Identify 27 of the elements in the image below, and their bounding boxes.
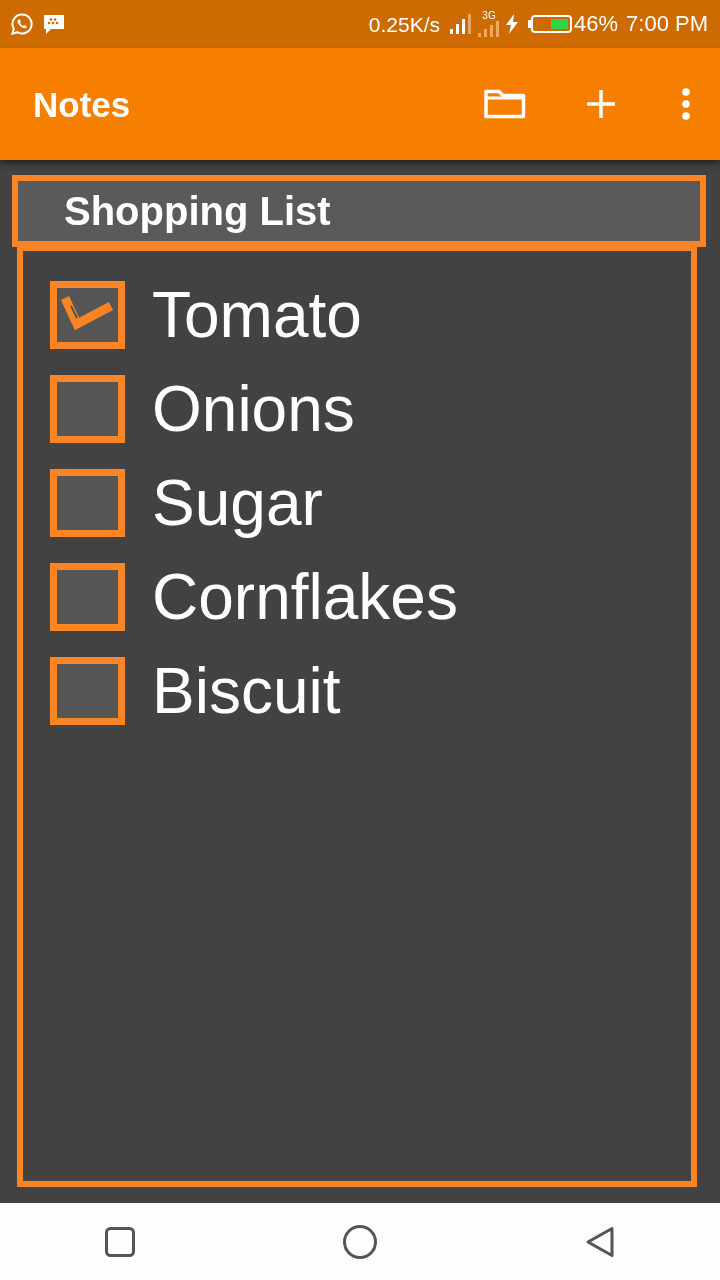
- signal-icon: [450, 14, 472, 34]
- note-title: Shopping List: [64, 191, 331, 231]
- clock-time: 7:00 PM: [626, 13, 708, 35]
- message-icon: [42, 13, 66, 35]
- folder-icon[interactable]: [484, 88, 526, 120]
- checkbox[interactable]: [50, 281, 125, 349]
- home-icon[interactable]: [343, 1224, 377, 1259]
- app-title: Notes: [33, 86, 131, 122]
- add-icon[interactable]: [587, 90, 615, 118]
- phone-bubble-icon: [10, 12, 34, 36]
- checkbox[interactable]: [50, 375, 125, 443]
- battery-percent: 46%: [574, 13, 619, 35]
- battery-icon: [528, 15, 572, 33]
- more-options-icon[interactable]: [682, 88, 690, 120]
- item-label: Onions: [152, 377, 355, 441]
- network-speed: 0.25K/s: [368, 13, 440, 35]
- checkbox[interactable]: [50, 657, 125, 725]
- charging-bolt-icon: [506, 14, 518, 34]
- signal-icon: [478, 21, 500, 37]
- checkbox[interactable]: [50, 469, 125, 537]
- item-label: Tomato: [152, 283, 362, 347]
- checkbox[interactable]: [50, 563, 125, 631]
- item-label: Cornflakes: [152, 565, 458, 629]
- network-type-label: 3G: [482, 11, 496, 21]
- back-icon[interactable]: [585, 1225, 615, 1258]
- item-label: Biscuit: [152, 659, 341, 723]
- recents-icon[interactable]: [105, 1226, 135, 1257]
